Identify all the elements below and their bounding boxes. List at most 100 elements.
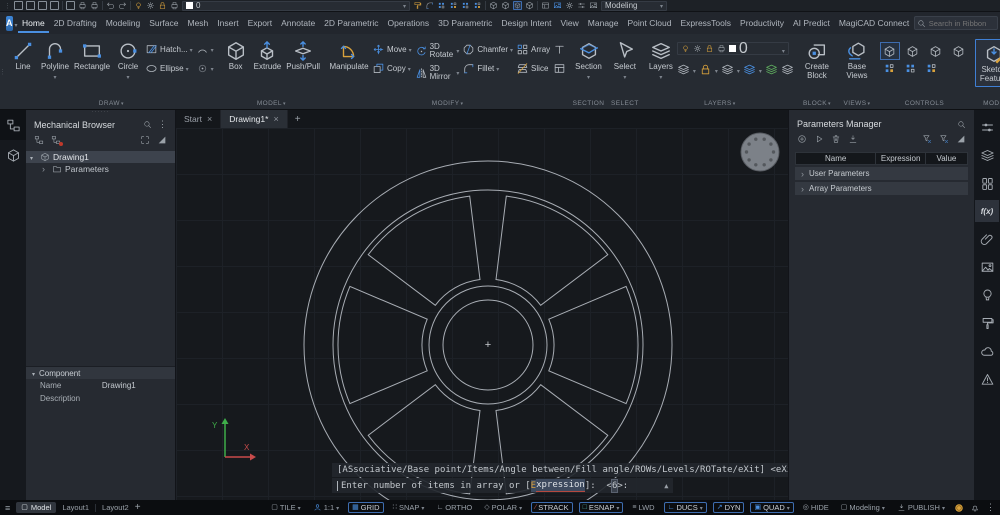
- materials-dock-icon[interactable]: [975, 256, 999, 278]
- control-view-3[interactable]: [926, 42, 946, 60]
- layout1-tab[interactable]: Layout1: [62, 503, 89, 512]
- line-button[interactable]: Line: [8, 39, 38, 73]
- print-preview-icon[interactable]: [66, 1, 75, 10]
- layer-combo[interactable]: 0: [182, 0, 410, 11]
- image-icon[interactable]: [589, 1, 598, 10]
- rectangle-button[interactable]: Rectangle: [72, 39, 112, 73]
- tab-modeling[interactable]: Modeling: [101, 14, 145, 33]
- select-panel-label[interactable]: SELECT: [607, 100, 643, 107]
- status-lwd[interactable]: LWD: [629, 502, 657, 513]
- ribbon-search-input[interactable]: [913, 16, 998, 30]
- tab-annotate[interactable]: Annotate: [277, 14, 320, 33]
- arc-flyout-button[interactable]: [195, 42, 215, 57]
- copy-button[interactable]: Copy: [371, 61, 413, 76]
- status-snap[interactable]: SNAP: [390, 502, 428, 513]
- selection-mode-icon-3[interactable]: [461, 1, 470, 10]
- plot-icon[interactable]: [90, 1, 99, 10]
- modify-panel-label[interactable]: MODIFY: [325, 100, 570, 107]
- selection-mode-icon-1[interactable]: [437, 1, 446, 10]
- manipulate-button[interactable]: Manipulate: [328, 39, 370, 73]
- ribbon-layer-combo[interactable]: 0: [676, 40, 789, 57]
- save-all-icon[interactable]: [50, 1, 59, 10]
- group-user-parameters[interactable]: User Parameters: [795, 167, 968, 180]
- layer-freeze-icon[interactable]: [146, 1, 155, 10]
- layers-dock-icon[interactable]: [975, 144, 999, 166]
- new-document-button[interactable]: [288, 110, 308, 128]
- control-view-1[interactable]: [879, 42, 900, 60]
- array-button[interactable]: Array: [515, 42, 551, 57]
- mode-panel-label[interactable]: MODE: [972, 100, 1000, 107]
- layers-panel-label[interactable]: LAYERS: [643, 100, 797, 107]
- tab-home[interactable]: Home: [17, 14, 50, 33]
- status-strack[interactable]: STRACK: [531, 502, 573, 513]
- status-polar[interactable]: POLAR: [481, 502, 525, 513]
- control-selection-icon[interactable]: [925, 62, 938, 75]
- add-parameter-icon[interactable]: [797, 134, 807, 144]
- dock-corner-icon[interactable]: [157, 135, 167, 145]
- tab-view[interactable]: View: [556, 14, 583, 33]
- tab-export[interactable]: Export: [243, 14, 277, 33]
- command-line-overlay[interactable]: [ASsociative/Base point/Items/Angle betw…: [332, 463, 788, 493]
- view-render-icon[interactable]: [525, 1, 534, 10]
- settings-gear-icon[interactable]: [565, 1, 574, 10]
- rewards-coin-icon[interactable]: [954, 503, 964, 513]
- doc-tab-drawing1[interactable]: Drawing1*: [221, 110, 288, 128]
- new-file-icon[interactable]: [14, 1, 23, 10]
- draw-panel-label[interactable]: DRAW: [5, 100, 218, 107]
- tab-insert[interactable]: Insert: [213, 14, 243, 33]
- tab-2d-parametric[interactable]: 2D Parametric: [320, 14, 383, 33]
- status-esnap[interactable]: ESNAP: [578, 502, 624, 513]
- evaluate-icon[interactable]: [814, 134, 824, 144]
- sheet-icon[interactable]: [553, 1, 562, 10]
- undo-icon[interactable]: [106, 1, 115, 10]
- close-icon[interactable]: [207, 114, 212, 124]
- status-ducs[interactable]: DUCS: [663, 502, 707, 513]
- view-wireframe-icon[interactable]: [489, 1, 498, 10]
- panel-menu-icon[interactable]: [158, 119, 167, 130]
- blocks-dock-icon[interactable]: [975, 172, 999, 194]
- tab-productivity[interactable]: Productivity: [736, 14, 789, 33]
- status-ortho[interactable]: ORTHO: [433, 502, 475, 513]
- workflow-icon[interactable]: [577, 1, 586, 10]
- new-layout-button[interactable]: [135, 502, 141, 513]
- cloud-dock-icon[interactable]: [975, 340, 999, 362]
- save-icon[interactable]: [38, 1, 47, 10]
- tab-expresstools[interactable]: ExpressTools: [676, 14, 736, 33]
- workspace-combo[interactable]: Modeling: [601, 0, 667, 11]
- status-quad[interactable]: QUAD: [750, 502, 794, 513]
- command-prompt-line[interactable]: Enter number of items in array or [Expre…: [332, 478, 674, 493]
- control-snap-markers-icon[interactable]: [904, 62, 917, 75]
- layer-states-tool-icon[interactable]: [743, 63, 756, 76]
- selection-mode-icon-4[interactable]: [473, 1, 482, 10]
- close-icon[interactable]: [273, 114, 278, 124]
- column-expression[interactable]: Expression: [876, 153, 926, 164]
- redo-icon[interactable]: [118, 1, 127, 10]
- search-icon[interactable]: [957, 120, 966, 129]
- status-tile[interactable]: TILE: [268, 502, 303, 513]
- status-menu-icon[interactable]: [5, 503, 10, 513]
- expand-panel-icon[interactable]: [140, 135, 150, 145]
- print-icon[interactable]: [78, 1, 87, 10]
- table-icon[interactable]: [541, 1, 550, 10]
- wheel-drawing[interactable]: [176, 128, 788, 500]
- controls-panel-label[interactable]: CONTROLS: [877, 100, 972, 107]
- control-view-4[interactable]: [949, 42, 969, 60]
- status-overflow-icon[interactable]: [986, 502, 995, 513]
- pushpull-button[interactable]: Push/Pull: [284, 39, 322, 73]
- tab-magicad-connect[interactable]: MagiCAD Connect: [834, 14, 913, 33]
- layout2-tab[interactable]: Layout2: [102, 503, 129, 512]
- application-button[interactable]: A: [6, 15, 13, 31]
- view-shaded-icon[interactable]: [513, 1, 522, 10]
- layer-lock-icon[interactable]: [158, 1, 167, 10]
- slice-button[interactable]: Slice: [515, 61, 551, 76]
- ellipse-button[interactable]: Ellipse: [144, 61, 194, 76]
- tab-3d-parametric[interactable]: 3D Parametric: [434, 14, 497, 33]
- status-annotation-scale[interactable]: 1:1: [310, 502, 342, 513]
- view-hidden-icon[interactable]: [501, 1, 510, 10]
- section-panel-label[interactable]: SECTION: [570, 100, 607, 107]
- block-panel-label[interactable]: BLOCK: [797, 100, 837, 107]
- expand-prompt-icon[interactable]: ▲: [664, 480, 668, 492]
- properties-dock-icon[interactable]: [975, 116, 999, 138]
- stretch-button[interactable]: [552, 61, 567, 76]
- warnings-dock-icon[interactable]: [975, 368, 999, 390]
